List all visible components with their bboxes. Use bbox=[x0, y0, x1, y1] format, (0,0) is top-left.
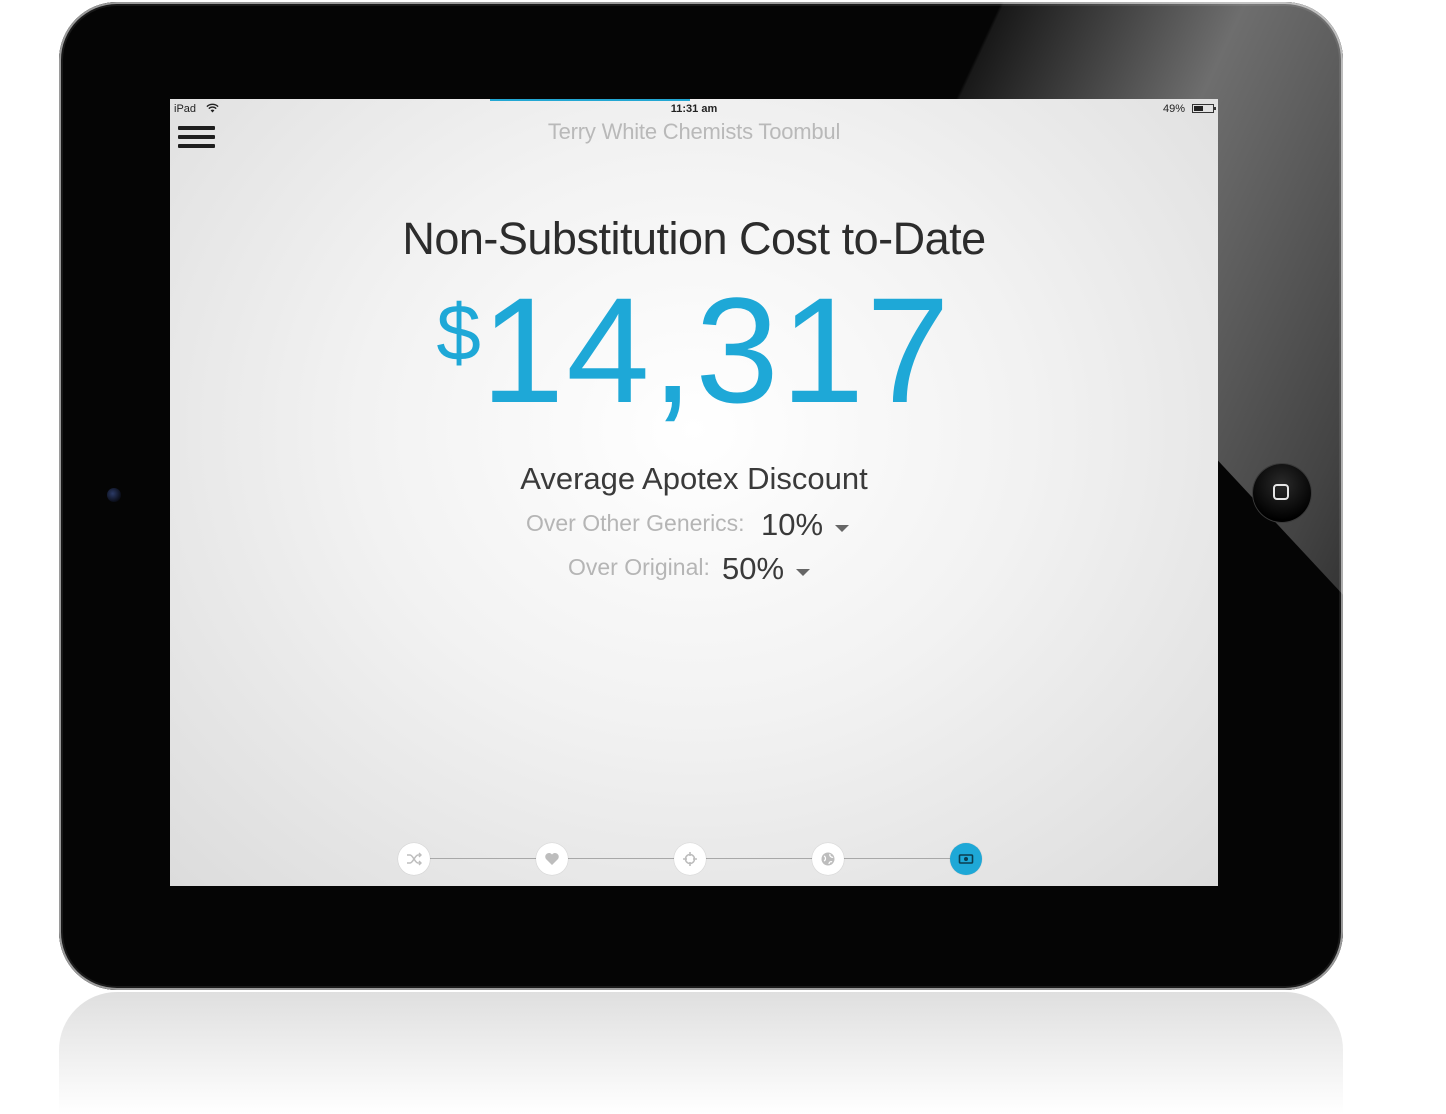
nav-item-money[interactable] bbox=[950, 843, 982, 875]
nav-item-heart[interactable] bbox=[536, 843, 568, 875]
cost-amount: $14,317 bbox=[170, 275, 1218, 425]
globe-icon bbox=[821, 852, 835, 866]
bottom-navigation bbox=[398, 843, 984, 875]
battery-nub bbox=[1214, 107, 1216, 110]
discount-select-original[interactable]: 50% bbox=[722, 551, 811, 587]
app-screen: iPad 11:31 am 49% Terry White Chemists T… bbox=[170, 99, 1218, 886]
shuffle-icon bbox=[407, 852, 422, 866]
discount-label: Over Original: bbox=[568, 554, 710, 580]
store-name: Terry White Chemists Toombul bbox=[547, 119, 841, 144]
chevron-down-icon bbox=[835, 525, 850, 533]
device-reflection bbox=[59, 992, 1343, 1114]
discount-select-other-generics[interactable]: 10% bbox=[761, 507, 850, 543]
discount-row-original: Over Original: 50% bbox=[568, 551, 868, 591]
battery-icon bbox=[1192, 104, 1216, 113]
status-time: 11:31 am bbox=[670, 103, 718, 115]
home-square-icon bbox=[1273, 484, 1289, 500]
currency-symbol: $ bbox=[436, 288, 481, 377]
chevron-down-icon bbox=[796, 569, 811, 577]
page-title: Non-Substitution Cost to-Date bbox=[402, 213, 986, 264]
front-camera bbox=[107, 488, 121, 502]
home-button[interactable] bbox=[1253, 464, 1311, 522]
heart-icon bbox=[545, 853, 559, 865]
nav-item-shuffle[interactable] bbox=[398, 843, 430, 875]
nav-item-target[interactable] bbox=[674, 843, 706, 875]
battery-percent: 49% bbox=[1162, 103, 1185, 115]
device-mockup: iPad 11:31 am 49% Terry White Chemists T… bbox=[0, 0, 1446, 1114]
discount-row-other-generics: Over Other Generics: 10% bbox=[526, 507, 866, 547]
discount-value: 50% bbox=[722, 551, 785, 586]
target-icon bbox=[683, 852, 697, 866]
battery-fill bbox=[1194, 106, 1203, 111]
nav-item-globe[interactable] bbox=[812, 843, 844, 875]
discount-label: Over Other Generics: bbox=[526, 510, 745, 536]
amount-value: 14,317 bbox=[480, 266, 952, 434]
money-icon bbox=[958, 854, 974, 864]
status-bar: iPad 11:31 am 49% bbox=[170, 99, 1218, 121]
discount-value: 10% bbox=[761, 507, 824, 542]
discount-title: Average Apotex Discount bbox=[520, 461, 868, 496]
